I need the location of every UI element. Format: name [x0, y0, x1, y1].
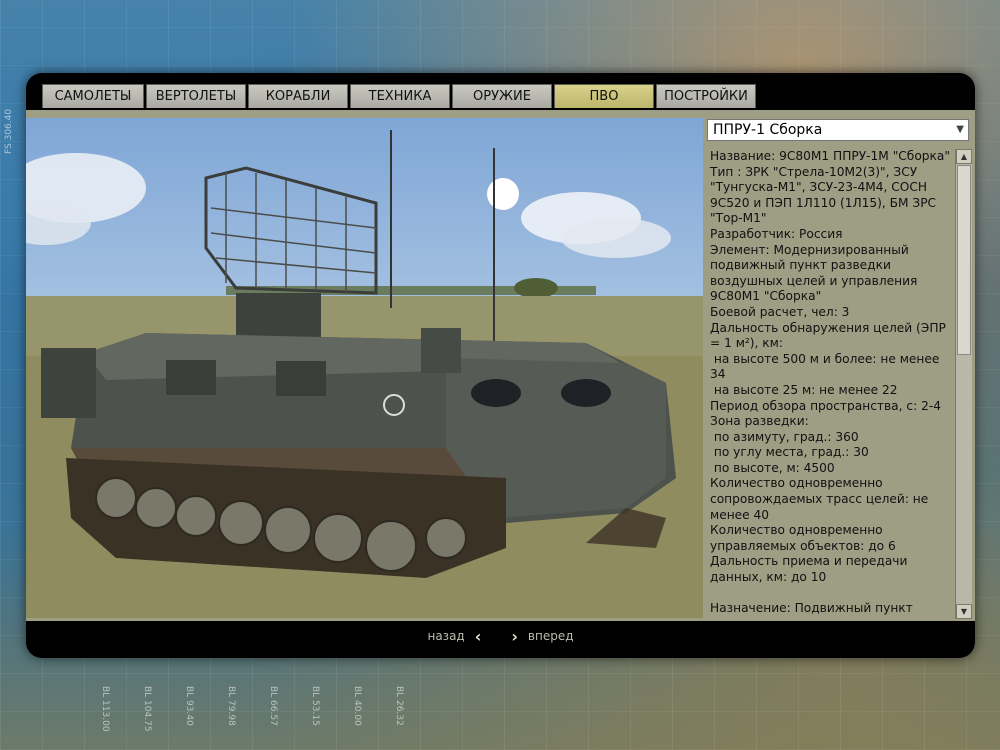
- vehicle-selector[interactable]: ППРУ-1 Сборка ▼: [707, 119, 969, 141]
- scroll-thumb[interactable]: [957, 165, 971, 355]
- bl-label: BL 53.15: [310, 686, 320, 726]
- info-line: менее 40: [710, 507, 770, 522]
- info-line: Дальность приема и передачи: [710, 554, 908, 569]
- info-line: "Тунгуска-М1", ЗСУ-23-4М4, СОСН: [710, 180, 928, 195]
- tab-6[interactable]: ПОСТРОЙКИ: [656, 84, 756, 108]
- info-line: 34: [710, 367, 726, 382]
- scroll-down-icon[interactable]: ▼: [956, 604, 972, 619]
- tab-2[interactable]: КОРАБЛИ: [248, 84, 348, 108]
- bl-label: BL 93.40: [184, 686, 194, 726]
- info-line: Количество одновременно: [710, 523, 883, 538]
- tab-0[interactable]: САМОЛЕТЫ: [42, 84, 144, 108]
- category-tabs: САМОЛЕТЫ ВЕРТОЛЕТЫ КОРАБЛИ ТЕХНИКА ОРУЖИЕ ПВО…: [42, 84, 756, 110]
- info-line: воздушных целей и управления: [710, 273, 918, 288]
- info-line: [710, 586, 955, 602]
- info-line: 9С520 и ПЭП 1Л110 (1Л15), БМ ЗРС: [710, 195, 937, 210]
- info-scrollbar[interactable]: ▲ ▼: [955, 149, 972, 619]
- info-line: управляемых объектов: до 6: [710, 538, 896, 553]
- info-line: "Тор-М1": [710, 211, 767, 226]
- info-line: на высоте 500 м и более: не менее: [710, 351, 940, 366]
- bl-label: BL 40.00: [352, 686, 362, 726]
- info-line: данных, км: до 10: [710, 570, 827, 585]
- info-line: подвижный пункт разведки: [710, 258, 891, 273]
- chevron-left-icon[interactable]: ‹: [475, 627, 482, 646]
- tab-3[interactable]: ТЕХНИКА: [350, 84, 450, 108]
- vehicle-selector-value: ППРУ-1 Сборка: [713, 122, 823, 138]
- info-line: Тип : ЗРК "Стрела-10М2(3)", ЗСУ: [710, 164, 918, 179]
- bl-label: BL 113.00: [100, 686, 110, 732]
- info-line: по азимуту, град.: 360: [710, 429, 859, 444]
- vehicle-image: [26, 118, 703, 618]
- back-link[interactable]: назад: [427, 629, 464, 643]
- bl-label: BL 66.57: [268, 686, 278, 726]
- content-panel: ППРУ-1 Сборка ▼ Название: 9С80М1 ППРУ-1М…: [26, 110, 975, 621]
- encyclopedia-window: САМОЛЕТЫ ВЕРТОЛЕТЫ КОРАБЛИ ТЕХНИКА ОРУЖИЕ ПВО…: [26, 73, 975, 658]
- info-line: Боевой расчет, чел: 3: [710, 304, 850, 319]
- info-line: Название: 9С80М1 ППРУ-1М "Сборка": [710, 149, 950, 163]
- info-line: по углу места, град.: 30: [710, 445, 869, 460]
- tab-4[interactable]: ОРУЖИЕ: [452, 84, 552, 108]
- tab-1[interactable]: ВЕРТОЛЕТЫ: [146, 84, 246, 108]
- dropdown-arrow-icon[interactable]: ▼: [956, 120, 964, 140]
- info-line: по высоте, м: 4500: [710, 460, 835, 475]
- info-line: на высоте 25 м: не менее 22: [710, 382, 898, 397]
- info-line: Дальность обнаружения целей (ЭПР: [710, 320, 946, 335]
- bl-label: BL 79.98: [226, 686, 236, 726]
- forward-link[interactable]: вперед: [528, 629, 574, 643]
- side-label: FS 306.40: [4, 108, 14, 154]
- info-line: Период обзора пространства, с: 2-4: [710, 398, 941, 413]
- info-line: Разработчик: Россия: [710, 226, 843, 241]
- info-line: Зона разведки:: [710, 414, 809, 429]
- info-line: Элемент: Модернизированный: [710, 242, 909, 257]
- bl-labels: BL 113.00 BL 104.75 BL 93.40 BL 79.98 BL 66.…: [100, 686, 440, 746]
- info-line: Количество одновременно: [710, 476, 883, 491]
- tab-5[interactable]: ПВО: [554, 84, 654, 108]
- scroll-up-icon[interactable]: ▲: [956, 149, 972, 164]
- info-line: = 1 м²), км:: [710, 336, 783, 351]
- info-line: Назначение: Подвижный пункт: [710, 601, 913, 616]
- chevron-right-icon[interactable]: ›: [511, 627, 518, 646]
- bl-label: BL 104.75: [142, 686, 152, 732]
- info-line: сопровождаемых трасс целей: не: [710, 492, 929, 507]
- page-navigation: назад ‹ › вперед: [26, 621, 975, 651]
- bl-label: BL 26.32: [394, 686, 404, 726]
- info-line: 9С80М1 "Сборка": [710, 289, 822, 304]
- vehicle-info-text: Название: 9С80М1 ППРУ-1М "Сборка" Тип : З…: [707, 149, 955, 621]
